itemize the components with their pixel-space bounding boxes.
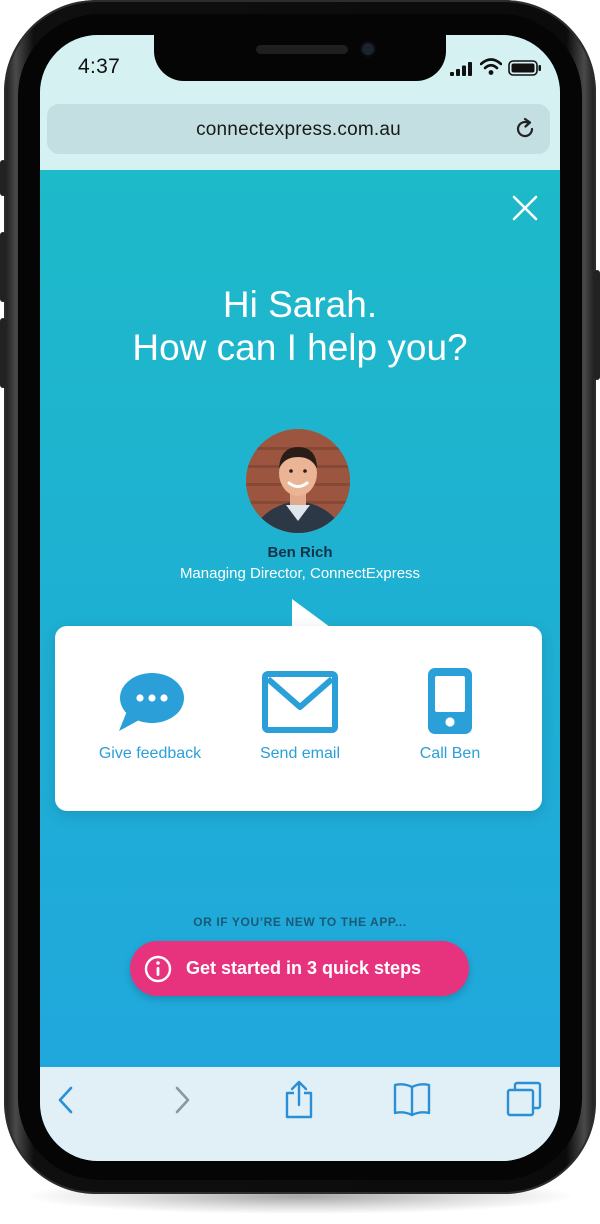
info-icon — [144, 955, 172, 983]
phone-notch — [154, 35, 446, 81]
give-feedback-label: Give feedback — [98, 745, 202, 762]
reload-icon[interactable] — [513, 117, 537, 141]
browser-toolbar — [40, 1067, 560, 1161]
earpiece-speaker — [256, 45, 348, 54]
profile-photo — [246, 429, 350, 533]
send-email-label: Send email — [259, 745, 341, 762]
call-ben-button[interactable]: Call Ben — [375, 668, 525, 762]
power-button — [594, 270, 600, 380]
back-icon[interactable] — [54, 1084, 78, 1116]
give-feedback-button[interactable]: Give feedback — [75, 671, 225, 762]
mobile-phone-icon — [428, 668, 472, 734]
bookmarks-icon[interactable] — [392, 1081, 432, 1117]
mute-switch — [0, 160, 6, 196]
contact-role: Managing Director, ConnectExpress — [179, 565, 421, 582]
phone-screen: 4:37 connectexpress.com.au Hi Sarah. How… — [40, 35, 560, 1161]
tabs-icon[interactable] — [505, 1080, 543, 1118]
greeting-line-1: Hi Sarah. — [222, 284, 378, 325]
chat-bubble-icon — [119, 673, 184, 731]
url-text: connectexpress.com.au — [196, 119, 401, 140]
volume-up-button — [0, 232, 6, 302]
greeting-line-2: How can I help you? — [132, 327, 468, 368]
wifi-icon — [480, 58, 502, 75]
send-email-button[interactable]: Send email — [225, 671, 375, 762]
address-bar[interactable]: connectexpress.com.au — [47, 104, 550, 154]
close-icon[interactable] — [510, 193, 540, 223]
card-pointer — [292, 599, 330, 627]
avatar — [246, 429, 350, 533]
get-started-label: Get started in 3 quick steps — [186, 958, 422, 978]
get-started-button[interactable]: Get started in 3 quick steps — [130, 941, 469, 996]
status-time: 4:37 — [78, 55, 121, 78]
contact-options-card: Give feedback Send email Call Ben — [55, 626, 542, 811]
front-camera — [360, 41, 376, 57]
cellular-signal-icon — [450, 62, 472, 76]
contact-name: Ben Rich — [267, 544, 333, 561]
battery-icon — [508, 60, 541, 76]
call-ben-label: Call Ben — [419, 745, 481, 762]
envelope-icon — [262, 671, 338, 733]
new-user-prompt: OR IF YOU’RE NEW TO THE APP... — [193, 915, 407, 929]
greeting-heading: Hi Sarah. How can I help you? — [40, 283, 560, 369]
forward-icon[interactable] — [170, 1084, 194, 1116]
share-icon[interactable] — [283, 1079, 315, 1119]
volume-down-button — [0, 318, 6, 388]
